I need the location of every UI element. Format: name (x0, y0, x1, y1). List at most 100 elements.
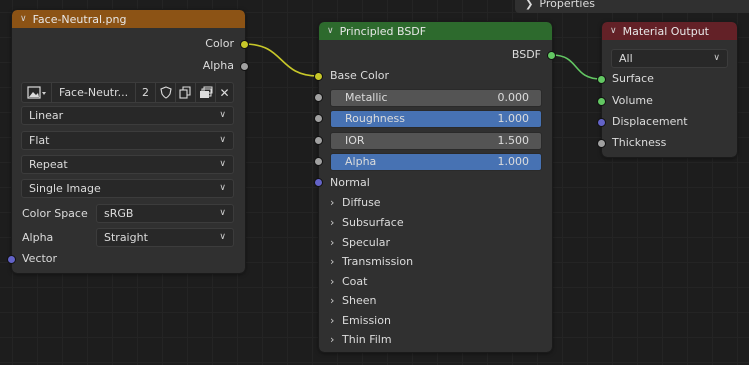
chevron-right-icon: › (330, 333, 335, 346)
panel-thin-film[interactable]: › Thin Film (330, 331, 392, 349)
output-node-header[interactable]: ∨ Material Output (602, 22, 737, 40)
output-alpha-row: Alpha (203, 57, 234, 75)
input-normal-label: Normal (330, 176, 370, 189)
interpolation-dropdown[interactable]: Linear ∨ (21, 106, 234, 125)
extension-dropdown[interactable]: Repeat ∨ (21, 155, 234, 174)
panel-subsurface[interactable]: › Subsurface (330, 214, 404, 232)
output-bsdf-socket[interactable] (547, 51, 556, 60)
ior-label: IOR (345, 134, 365, 147)
user-count-button[interactable]: 2 (136, 83, 156, 102)
input-base-color-socket[interactable] (314, 72, 323, 81)
panel-thin-film-label: Thin Film (342, 333, 392, 346)
output-bsdf-label: BSDF (511, 48, 541, 61)
input-surface-socket[interactable] (597, 75, 606, 84)
chevron-down-icon[interactable]: ∨ (20, 14, 27, 24)
panel-sheen-label: Sheen (342, 294, 377, 307)
panel-subsurface-label: Subsurface (342, 216, 404, 229)
image-node-header[interactable]: ∨ Face-Neutral.png (12, 10, 245, 28)
image-name-field[interactable]: Face-Neutr... (52, 83, 136, 102)
image-browse-button[interactable] (22, 83, 52, 102)
fake-user-button[interactable] (156, 83, 176, 102)
image-texture-node[interactable]: ∨ Face-Neutral.png Color Alpha Face-Neut… (7, 9, 249, 274)
panel-sheen[interactable]: › Sheen (330, 292, 376, 310)
link-bsdf-to-surface (551, 54, 602, 80)
ior-field[interactable]: IOR 1.500 (330, 132, 542, 150)
output-color-label: Color (205, 37, 234, 50)
user-count: 2 (142, 86, 149, 99)
chevron-right-icon: › (330, 216, 335, 229)
image-selector[interactable]: Face-Neutr... 2 ✕ (21, 82, 234, 103)
metallic-field[interactable]: Metallic 0.000 (330, 89, 542, 107)
alpha-mode-label: Alpha (22, 231, 54, 244)
interpolation-value: Linear (29, 109, 64, 122)
panel-specular-label: Specular (342, 236, 391, 249)
alpha-value: 1.000 (497, 155, 530, 168)
input-ior-socket[interactable] (314, 136, 323, 145)
color-space-label: Color Space (22, 207, 88, 220)
input-vector-label: Vector (22, 252, 58, 265)
metallic-label: Metallic (345, 91, 388, 104)
roughness-field[interactable]: Roughness 1.000 (330, 110, 542, 128)
projection-dropdown[interactable]: Flat ∨ (21, 131, 234, 150)
chevron-right-icon: ❯ (525, 0, 534, 10)
target-dropdown[interactable]: All ∨ (611, 49, 728, 68)
alpha-mode-dropdown[interactable]: Straight ∨ (96, 228, 234, 247)
panel-emission[interactable]: › Emission (330, 312, 391, 330)
extension-value: Repeat (29, 158, 68, 171)
duplicate-icon (179, 86, 191, 99)
link-color-to-base-color (244, 43, 319, 77)
chevron-down-icon[interactable]: ∨ (610, 26, 617, 36)
chevron-down-icon: ∨ (219, 183, 226, 193)
input-vector-socket[interactable] (7, 255, 16, 264)
input-displacement-label: Displacement (612, 115, 688, 128)
color-space-value: sRGB (104, 207, 134, 220)
output-alpha-socket[interactable] (240, 62, 249, 71)
duplicate-image-button[interactable] (176, 83, 196, 102)
color-space-dropdown[interactable]: sRGB ∨ (96, 204, 234, 223)
chevron-right-icon: › (330, 275, 335, 288)
output-node-title: Material Output (622, 24, 709, 38)
pack-image-button[interactable] (196, 83, 216, 102)
input-roughness-socket[interactable] (314, 114, 323, 123)
roughness-value: 1.000 (497, 112, 530, 125)
input-thickness-label: Thickness (612, 136, 667, 149)
ior-value: 1.500 (497, 134, 530, 147)
metallic-value: 0.000 (497, 91, 530, 104)
image-icon (26, 85, 46, 99)
input-volume-socket[interactable] (597, 97, 606, 106)
input-thickness-socket[interactable] (597, 139, 606, 148)
panel-specular[interactable]: › Specular (330, 234, 390, 252)
alpha-field[interactable]: Alpha 1.000 (330, 153, 542, 171)
image-name: Face-Neutr... (59, 86, 129, 99)
input-normal-socket[interactable] (314, 178, 323, 187)
input-alpha-socket[interactable] (314, 157, 323, 166)
panel-coat[interactable]: › Coat (330, 273, 367, 291)
output-color-socket[interactable] (240, 40, 249, 49)
chevron-down-icon[interactable]: ∨ (327, 26, 334, 36)
panel-transmission-label: Transmission (342, 255, 414, 268)
input-displacement-socket[interactable] (597, 118, 606, 127)
principled-bsdf-node[interactable]: ∨ Principled BSDF BSDF Base Color Metall… (314, 21, 556, 353)
input-volume-label: Volume (612, 94, 653, 107)
properties-panel-header[interactable]: ❯ Properties (515, 0, 749, 13)
chevron-right-icon: › (330, 196, 335, 209)
unlink-image-button[interactable]: ✕ (216, 83, 233, 102)
chevron-down-icon: ∨ (219, 232, 226, 242)
source-dropdown[interactable]: Single Image ∨ (21, 179, 234, 198)
chevron-right-icon: › (330, 236, 335, 249)
panel-emission-label: Emission (342, 314, 391, 327)
material-output-node[interactable]: ∨ Material Output All ∨ Surface Volume D… (597, 21, 738, 158)
chevron-down-icon: ∨ (219, 110, 226, 120)
chevron-right-icon: › (330, 255, 335, 268)
bsdf-node-header[interactable]: ∨ Principled BSDF (319, 22, 552, 40)
shield-icon (159, 86, 172, 99)
panel-diffuse-label: Diffuse (342, 196, 381, 209)
output-color-row: Color (205, 35, 234, 53)
chevron-down-icon: ∨ (219, 159, 226, 169)
panel-diffuse[interactable]: › Diffuse (330, 194, 381, 212)
output-bsdf-row: BSDF (512, 46, 541, 64)
panel-transmission[interactable]: › Transmission (330, 253, 413, 271)
input-metallic-socket[interactable] (314, 93, 323, 102)
chevron-right-icon: › (330, 314, 335, 327)
alpha-mode-value: Straight (104, 231, 148, 244)
